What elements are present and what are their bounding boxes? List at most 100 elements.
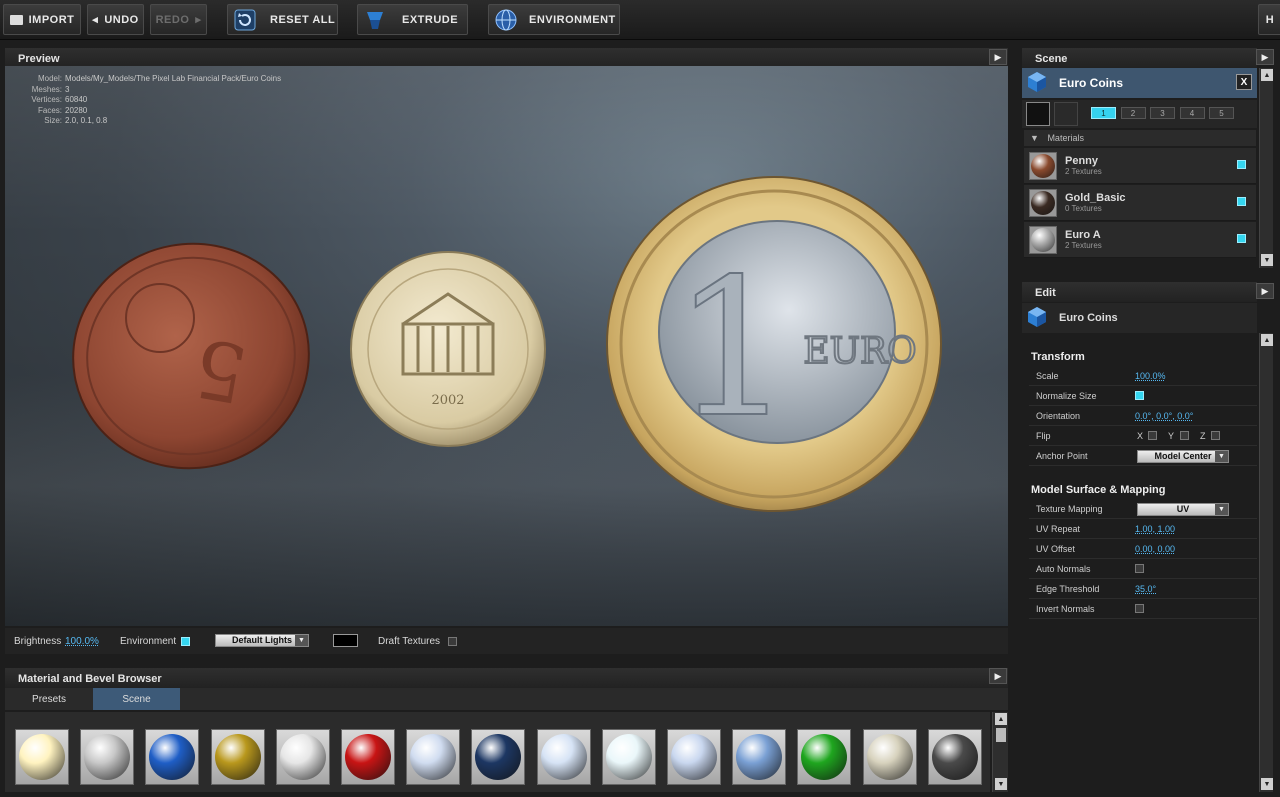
scene-scrollbar[interactable]: ▲ ▼ xyxy=(1259,68,1273,268)
undo-label: UNDO xyxy=(104,13,139,26)
layer-button-5[interactable]: 5 xyxy=(1209,107,1234,119)
material-swatch-cream[interactable] xyxy=(862,729,917,785)
edit-title: Edit xyxy=(1035,287,1056,299)
materials-header-label: Materials xyxy=(1047,133,1084,143)
objects-view-icon[interactable] xyxy=(1026,102,1050,126)
more-button[interactable]: H xyxy=(1258,4,1280,35)
material-swatch-american-blue[interactable] xyxy=(406,729,461,785)
close-icon[interactable]: X xyxy=(1236,74,1252,90)
material-swatch-american-blue-3[interactable] xyxy=(667,729,721,785)
material-swatch-chrome-blue[interactable] xyxy=(732,729,787,785)
material-swatch-dark-gray[interactable] xyxy=(927,729,982,785)
brightness-value[interactable]: 100.0% xyxy=(65,636,99,647)
lights-option: Default Lights xyxy=(232,635,292,645)
material-swatch-green[interactable] xyxy=(797,729,852,785)
scene-object-row[interactable]: Euro Coins X xyxy=(1022,68,1257,98)
preview-viewport[interactable]: Model: Models/My_Models/The Pixel Lab Fin… xyxy=(5,66,1008,626)
brightness-label: Brightness xyxy=(14,636,62,647)
layer-button-2[interactable]: 2 xyxy=(1120,107,1146,119)
scroll-down-icon[interactable]: ▼ xyxy=(1261,778,1273,790)
anchor-dropdown[interactable]: Model Center ▼ xyxy=(1137,450,1229,463)
material-ball xyxy=(1031,154,1055,178)
materials-header[interactable]: ▼ Materials xyxy=(1024,130,1256,146)
material-row[interactable]: Euro A2 Textures xyxy=(1024,222,1256,258)
flip-z-checkbox[interactable] xyxy=(1211,431,1220,440)
scale-row: Scale 100.0% xyxy=(1029,366,1257,386)
layer-button-1[interactable]: 1 xyxy=(1091,107,1116,119)
chevron-down-icon: ▼ xyxy=(1215,504,1228,515)
material-row[interactable]: Gold_Basic 0 Textures xyxy=(1024,185,1256,221)
particles-view-icon[interactable] xyxy=(1054,102,1078,126)
material-swatch-glow[interactable] xyxy=(15,729,69,785)
orientation-value[interactable]: 0.0°, 0.0°, 0.0° xyxy=(1135,411,1193,421)
reset-all-button[interactable]: RESET ALL xyxy=(227,4,338,35)
invert-normals-checkbox[interactable] xyxy=(1135,604,1144,613)
import-button[interactable]: IMPORT xyxy=(3,4,81,35)
material-ball xyxy=(475,734,522,780)
mapping-dropdown[interactable]: UV ▼ xyxy=(1137,503,1229,516)
material-swatch-gold[interactable] xyxy=(210,729,265,785)
left-arrow-icon: ◂ xyxy=(92,14,99,26)
layer-button-3[interactable]: 3 xyxy=(1150,107,1175,119)
material-swatch-silver-matte[interactable] xyxy=(80,729,135,785)
material-swatch-navy[interactable] xyxy=(471,729,526,785)
material-visible-checkbox[interactable] xyxy=(1237,160,1246,169)
material-ball xyxy=(1031,228,1055,252)
scroll-down-icon[interactable]: ▼ xyxy=(1261,254,1273,266)
material-swatch-blue[interactable] xyxy=(145,729,200,785)
tab-scene[interactable]: Scene xyxy=(93,688,180,710)
material-visible-checkbox[interactable] xyxy=(1237,197,1246,206)
draft-textures-checkbox[interactable] xyxy=(448,637,457,646)
material-ball xyxy=(149,734,196,780)
browser-tabs: Presets Scene xyxy=(5,688,1008,710)
environment-button[interactable]: ENVIRONMENT xyxy=(488,4,620,35)
material-visible-checkbox[interactable] xyxy=(1237,234,1246,243)
browser-scrollbar[interactable]: ▲ ▼ xyxy=(992,712,1008,792)
material-texture-count: 2 Textures xyxy=(1065,241,1102,250)
redo-button[interactable]: REDO ▸ xyxy=(150,4,207,35)
chevron-down-icon: ▼ xyxy=(295,635,308,646)
material-swatch-white-gloss[interactable] xyxy=(601,729,656,785)
arrow-right-icon: ▶ xyxy=(1261,51,1269,62)
edit-object-row: Euro Coins xyxy=(1022,303,1257,333)
transform-section-title: Transform xyxy=(1031,351,1085,363)
orientation-row: Orientation 0.0°, 0.0°, 0.0° xyxy=(1029,406,1257,426)
extrude-button[interactable]: EXTRUDE xyxy=(357,4,468,35)
material-swatch-red[interactable] xyxy=(341,729,395,785)
material-swatch-american-blue-2[interactable] xyxy=(536,729,591,785)
material-swatch-striped-white[interactable] xyxy=(275,729,330,785)
background-color-swatch[interactable] xyxy=(333,634,358,647)
edge-threshold-value[interactable]: 35.0° xyxy=(1135,584,1156,594)
lights-dropdown[interactable]: Default Lights ▼ xyxy=(215,634,309,647)
edit-expand-button[interactable]: ▶ xyxy=(1256,283,1274,299)
flip-x-checkbox[interactable] xyxy=(1148,431,1157,440)
scroll-up-icon[interactable]: ▲ xyxy=(995,713,1007,725)
uv-offset-value[interactable]: 0.00, 0.00 xyxy=(1135,544,1175,554)
environment-checkbox[interactable] xyxy=(181,637,190,646)
scroll-down-icon[interactable]: ▼ xyxy=(995,778,1007,790)
edit-scrollbar[interactable]: ▲ ▼ xyxy=(1259,333,1273,792)
layer-button-4[interactable]: 4 xyxy=(1179,107,1205,119)
scene-expand-button[interactable]: ▶ xyxy=(1256,49,1274,65)
undo-button[interactable]: ◂ UNDO xyxy=(87,4,144,35)
uv-repeat-value[interactable]: 1.00, 1.00 xyxy=(1135,524,1175,534)
material-ball xyxy=(931,734,978,780)
scroll-up-icon[interactable]: ▲ xyxy=(1261,69,1273,81)
browser-expand-button[interactable]: ▶ xyxy=(989,668,1007,684)
preview-title: Preview xyxy=(18,53,60,65)
auto-normals-checkbox[interactable] xyxy=(1135,564,1144,573)
tab-presets[interactable]: Presets xyxy=(5,688,93,710)
material-ball xyxy=(84,734,131,780)
normalize-checkbox[interactable] xyxy=(1135,391,1144,400)
scene-object-name: Euro Coins xyxy=(1059,76,1124,90)
material-row[interactable]: Penny 2 Textures xyxy=(1024,148,1256,184)
flip-row: Flip X Y Z xyxy=(1029,426,1257,446)
material-swatch-grid xyxy=(5,712,990,792)
scale-value[interactable]: 100.0% xyxy=(1135,371,1166,381)
scroll-up-icon[interactable]: ▲ xyxy=(1261,334,1273,346)
flip-y-checkbox[interactable] xyxy=(1180,431,1189,440)
draft-textures-label: Draft Textures xyxy=(378,636,441,647)
preview-expand-button[interactable]: ▶ xyxy=(989,49,1007,65)
scroll-thumb[interactable] xyxy=(996,728,1006,742)
material-ball xyxy=(605,734,652,780)
